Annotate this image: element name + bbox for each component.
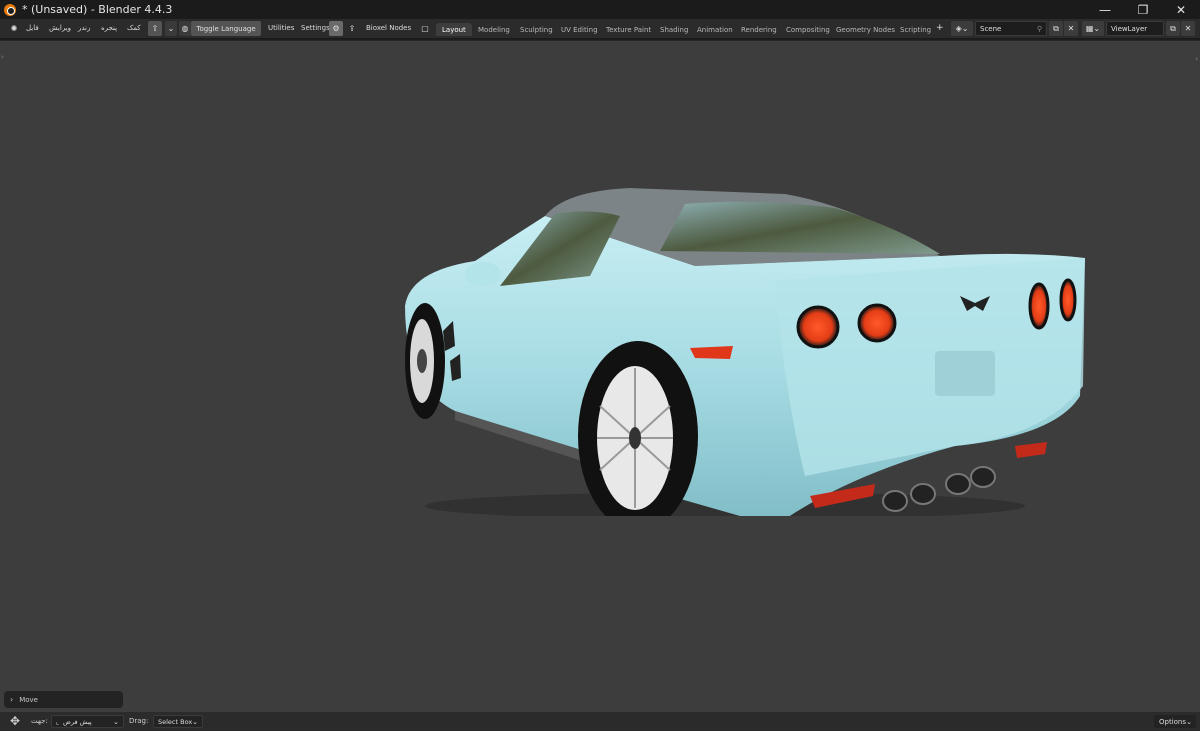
pin-icon[interactable]: ⚲ xyxy=(1037,25,1042,33)
title-bar: * (Unsaved) - Blender 4.4.3 — ❐ ✕ xyxy=(0,0,1200,19)
menu-settings[interactable]: Settings xyxy=(301,24,330,32)
drag-value: Select Box xyxy=(158,717,193,726)
drag-dropdown[interactable]: Select Box ⌄ xyxy=(153,715,203,728)
menu-utilities[interactable]: Utilities xyxy=(268,24,294,32)
scene-browse-icon[interactable]: ◈⌄ xyxy=(951,21,973,36)
tab-uv-editing[interactable]: UV Editing xyxy=(555,23,604,36)
menu-render[interactable]: رندر xyxy=(78,24,90,32)
chevron-down-icon: ⌄ xyxy=(192,717,198,726)
top-bar: ✺ فایل ویرایش رندر پنجره کمک ⇧ ⌄ ◍ Toggl… xyxy=(0,19,1200,39)
menu-help[interactable]: کمک xyxy=(127,24,141,32)
direction-dropdown[interactable]: ⌞ پیش فرض ⌄ xyxy=(51,715,124,728)
sidebar-expand-icon[interactable]: ‹ xyxy=(1195,55,1198,63)
tab-modeling[interactable]: Modeling xyxy=(472,23,516,36)
tab-shading[interactable]: Shading xyxy=(654,23,694,36)
transform-icon: ⌞ xyxy=(56,717,60,726)
tab-animation[interactable]: Animation xyxy=(691,23,739,36)
export-icon[interactable]: ⇪ xyxy=(346,21,358,36)
chevron-right-icon[interactable]: › xyxy=(10,695,13,704)
blender-logo-icon xyxy=(4,3,16,16)
tab-compositing[interactable]: Compositing xyxy=(780,23,836,36)
menu-file[interactable]: فایل xyxy=(26,24,39,32)
tab-rendering[interactable]: Rendering xyxy=(735,23,783,36)
operator-label: Move xyxy=(19,695,38,704)
view-layer-browse-icon[interactable]: ▦⌄ xyxy=(1082,21,1104,36)
chevron-down-icon: ⌄ xyxy=(1186,717,1192,726)
gear-icon[interactable]: ⚙ xyxy=(329,21,343,36)
tab-geometry-nodes[interactable]: Geometry Nodes xyxy=(830,23,901,36)
delete-view-layer-icon[interactable]: ✕ xyxy=(1181,21,1195,36)
tab-scripting[interactable]: Scripting xyxy=(894,23,937,36)
menu-window[interactable]: پنجره xyxy=(101,24,117,32)
tab-texture-paint[interactable]: Texture Paint xyxy=(600,23,657,36)
direction-value: پیش فرض xyxy=(63,717,92,726)
operator-panel[interactable]: › Move xyxy=(4,691,123,708)
scene-name: Scene xyxy=(980,24,1002,33)
toolbar-expand-icon[interactable]: › xyxy=(1,53,4,61)
options-button[interactable]: Options ⌄ xyxy=(1154,715,1196,728)
tab-sculpting[interactable]: Sculpting xyxy=(514,23,559,36)
view-layer-name-field[interactable]: ViewLayer xyxy=(1106,21,1164,36)
delete-scene-icon[interactable]: ✕ xyxy=(1064,21,1078,36)
window-title: * (Unsaved) - Blender 4.4.3 xyxy=(22,3,173,16)
drag-label: Drag: xyxy=(129,717,149,725)
car-model[interactable] xyxy=(395,146,1095,516)
move-gizmo-icon[interactable]: ✥ xyxy=(10,714,20,728)
status-bar: ✥ جهت: ⌞ پیش فرض ⌄ Drag: Select Box ⌄ Op… xyxy=(0,712,1200,731)
new-scene-icon[interactable]: ⧉ xyxy=(1049,21,1063,36)
minimize-icon[interactable]: — xyxy=(1086,0,1124,19)
globe-icon[interactable]: ◍ xyxy=(179,21,191,36)
restore-icon[interactable]: ❐ xyxy=(1124,0,1162,19)
close-icon[interactable]: ✕ xyxy=(1162,0,1200,19)
menu-edit[interactable]: ویرایش xyxy=(49,24,71,32)
upload-icon[interactable]: ⇧ xyxy=(148,21,162,36)
chevron-down-icon[interactable]: ⌄ xyxy=(165,21,177,36)
options-label: Options xyxy=(1159,717,1187,726)
checkbox-icon[interactable]: ▢ xyxy=(420,21,430,36)
view-layer-name: ViewLayer xyxy=(1111,24,1148,33)
tab-layout[interactable]: Layout xyxy=(436,23,472,36)
toggle-language-button[interactable]: Toggle Language xyxy=(191,21,261,36)
chevron-down-icon: ⌄ xyxy=(113,717,119,726)
blender-menu-icon[interactable]: ✺ xyxy=(7,21,21,36)
3d-viewport[interactable]: › ‹ xyxy=(0,40,1200,712)
direction-label: جهت: xyxy=(31,717,48,725)
menu-bioxel-nodes[interactable]: Bioxel Nodes xyxy=(366,24,411,32)
window-controls: — ❐ ✕ xyxy=(1086,0,1200,19)
add-workspace-button[interactable]: + xyxy=(936,23,944,33)
scene-name-field[interactable]: Scene ⚲ xyxy=(975,21,1047,36)
new-view-layer-icon[interactable]: ⧉ xyxy=(1166,21,1180,36)
